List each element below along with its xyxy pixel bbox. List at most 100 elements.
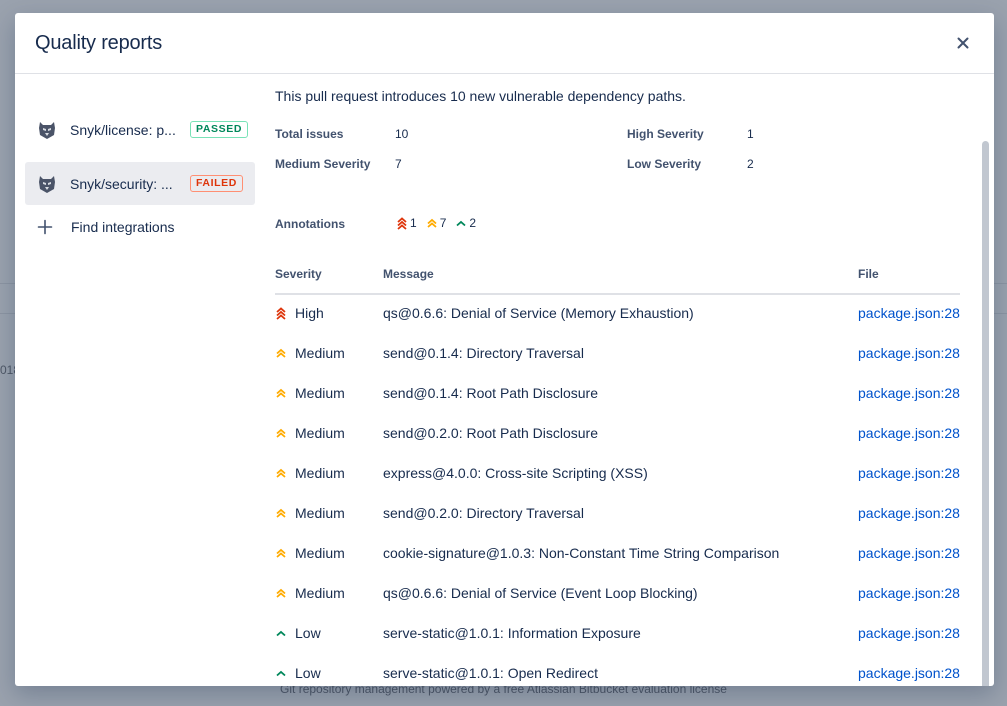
severity-cell: Low: [275, 665, 321, 681]
scrollbar[interactable]: [982, 141, 989, 686]
find-integrations-label: Find integrations: [71, 219, 175, 235]
severity-high-icon: [397, 217, 407, 230]
message-cell: express@4.0.0: Cross-site Scripting (XSS…: [383, 465, 648, 481]
file-link[interactable]: package.json:28: [858, 465, 960, 481]
quality-reports-dialog: Quality reports Snyk/license: p... PASSE…: [15, 13, 994, 686]
severity-medium-icon: [276, 348, 286, 358]
message-cell: qs@0.6.6: Denial of Service (Memory Exha…: [383, 305, 694, 321]
table-row: High qs@0.6.6: Denial of Service (Memory …: [275, 305, 960, 345]
status-badge: PASSED: [190, 121, 248, 138]
stat-value-high: 1: [747, 127, 754, 141]
table-header-divider: [275, 293, 960, 295]
close-icon: [957, 37, 969, 49]
dialog-title: Quality reports: [35, 32, 163, 54]
table-row: Medium send@0.2.0: Root Path Disclosure pa…: [275, 425, 960, 465]
file-link[interactable]: package.json:28: [858, 345, 960, 361]
table-row: Medium cookie-signature@1.0.3: Non-Consta…: [275, 545, 960, 585]
severity-cell: Medium: [275, 425, 345, 441]
annotation-count-low-value: 2: [469, 216, 477, 230]
message-cell: send@0.2.0: Directory Traversal: [383, 505, 584, 521]
close-button[interactable]: [952, 32, 974, 54]
annotation-count-high: 1: [396, 216, 417, 230]
severity-medium-icon: [276, 588, 286, 598]
stat-label-medium: Medium Severity: [275, 157, 371, 171]
severity-label: Medium: [295, 385, 345, 401]
table-row: Medium send@0.1.4: Directory Traversal pac…: [275, 345, 960, 385]
message-cell: cookie-signature@1.0.3: Non-Constant Tim…: [383, 545, 780, 561]
sidebar-item-label: Snyk/security: ...: [70, 175, 173, 192]
severity-medium-icon: [276, 468, 286, 478]
severity-medium-icon: [427, 218, 437, 228]
column-header-message: Message: [383, 267, 434, 281]
stat-label-total: Total issues: [275, 127, 344, 141]
severity-medium-icon: [276, 508, 286, 518]
severity-medium-icon: [276, 548, 286, 558]
status-badge: FAILED: [190, 175, 243, 192]
severity-cell: Medium: [275, 385, 345, 401]
severity-medium-icon: [276, 388, 286, 398]
file-link[interactable]: package.json:28: [858, 585, 960, 601]
file-link[interactable]: package.json:28: [858, 425, 960, 441]
stat-value-low: 2: [747, 157, 754, 171]
column-header-severity: Severity: [275, 267, 322, 281]
annotation-count-low: 2: [455, 216, 476, 230]
file-link[interactable]: package.json:28: [858, 625, 960, 641]
severity-label: Low: [295, 625, 321, 641]
stat-label-low: Low Severity: [627, 157, 702, 171]
file-link[interactable]: package.json:28: [858, 665, 960, 681]
severity-cell: Medium: [275, 585, 345, 601]
severity-label: Medium: [295, 425, 345, 441]
severity-label: Medium: [295, 505, 345, 521]
table-row: Medium send@0.1.4: Root Path Disclosure pa…: [275, 385, 960, 425]
severity-low-icon: [276, 670, 286, 677]
message-cell: serve-static@1.0.1: Information Exposure: [383, 625, 641, 641]
integrations-sidebar: Snyk/license: p... PASSED Snyk/security:…: [15, 75, 265, 686]
severity-label: Medium: [295, 585, 345, 601]
table-row: Medium send@0.2.0: Directory Traversal pac…: [275, 505, 960, 545]
report-summary: This pull request introduces 10 new vuln…: [275, 88, 686, 104]
annotation-counts: 1 7 2: [396, 216, 485, 230]
file-link[interactable]: package.json:28: [858, 505, 960, 521]
table-row: Medium express@4.0.0: Cross-site Scriptin…: [275, 465, 960, 505]
report-content: This pull request introduces 10 new vuln…: [275, 75, 960, 686]
severity-cell: Low: [275, 625, 321, 641]
snyk-logo-icon: [39, 121, 55, 139]
sidebar-item-label: Snyk/license: p...: [70, 121, 176, 138]
severity-cell: High: [275, 305, 324, 321]
message-cell: send@0.2.0: Root Path Disclosure: [383, 425, 598, 441]
severity-medium-icon: [276, 428, 286, 438]
message-cell: serve-static@1.0.1: Open Redirect: [383, 665, 598, 681]
annotation-count-high-value: 1: [410, 216, 417, 230]
severity-label: Medium: [295, 545, 345, 561]
snyk-logo-icon: [39, 175, 55, 193]
column-header-file: File: [858, 267, 879, 281]
severity-cell: Medium: [275, 545, 345, 561]
file-link[interactable]: package.json:28: [858, 545, 960, 561]
find-integrations-link[interactable]: Find integrations: [25, 215, 255, 239]
table-row: Low serve-static@1.0.1: Open Redirect pack…: [275, 665, 960, 686]
message-cell: send@0.1.4: Root Path Disclosure: [383, 385, 598, 401]
severity-label: Medium: [295, 345, 345, 361]
table-row: Medium qs@0.6.6: Denial of Service (Event…: [275, 585, 960, 625]
severity-cell: Medium: [275, 465, 345, 481]
table-row: Low serve-static@1.0.1: Information Expos…: [275, 625, 960, 665]
sidebar-item-snyk-security[interactable]: Snyk/security: ... FAILED: [25, 162, 255, 205]
severity-high-icon: [276, 307, 286, 320]
message-cell: send@0.1.4: Directory Traversal: [383, 345, 584, 361]
stat-value-total: 10: [395, 127, 409, 141]
file-link[interactable]: package.json:28: [858, 305, 960, 321]
severity-low-icon: [276, 630, 286, 637]
severity-cell: Medium: [275, 345, 345, 361]
severity-cell: Medium: [275, 505, 345, 521]
plus-icon: [37, 219, 53, 235]
severity-label: High: [295, 305, 324, 321]
message-cell: qs@0.6.6: Denial of Service (Event Loop …: [383, 585, 698, 601]
sidebar-item-snyk-license[interactable]: Snyk/license: p... PASSED: [25, 108, 255, 151]
severity-label: Medium: [295, 465, 345, 481]
dialog-header: Quality reports: [15, 13, 994, 74]
file-link[interactable]: package.json:28: [858, 385, 960, 401]
severity-low-icon: [456, 220, 466, 227]
stat-value-medium: 7: [395, 157, 402, 171]
stat-label-high: High Severity: [627, 127, 704, 141]
annotations-label: Annotations: [275, 217, 345, 231]
